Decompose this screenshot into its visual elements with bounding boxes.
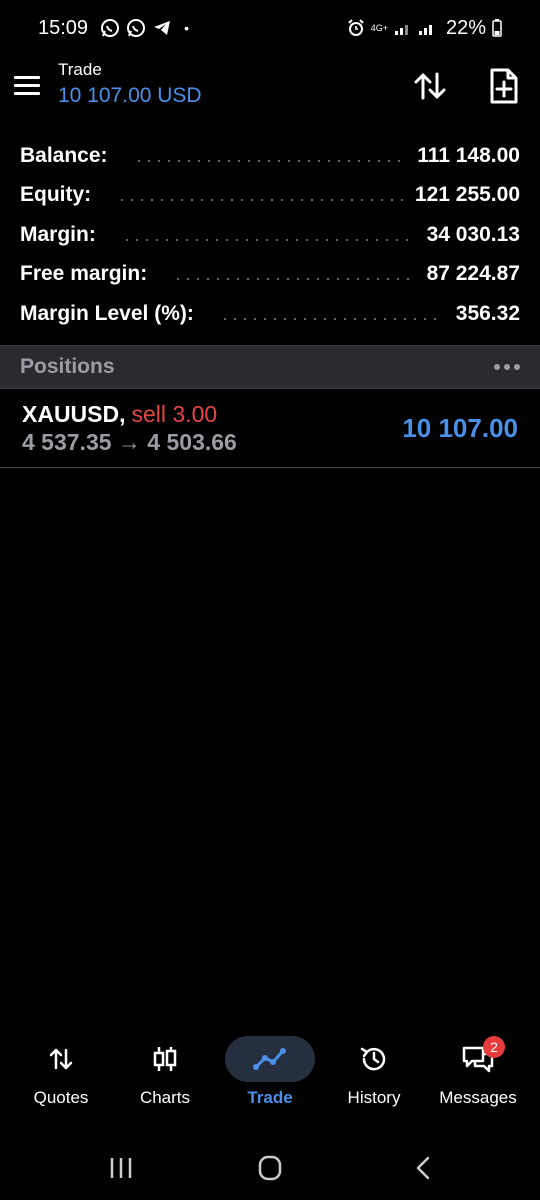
header-balance: 10 107.00 USD	[58, 84, 202, 107]
margin-level-value: 356.32	[455, 301, 520, 325]
dotted-leader	[117, 199, 403, 202]
back-icon[interactable]	[404, 1152, 444, 1184]
dotted-leader	[219, 317, 444, 320]
telegram-icon	[152, 18, 172, 38]
margin-value: 34 030.13	[426, 222, 520, 246]
dotted-leader	[133, 159, 406, 162]
equity-label: Equity:	[20, 183, 92, 207]
summary-row-margin: Margin: 34 030.13	[20, 215, 520, 255]
position-row[interactable]: XAUUSD, sell 3.00 4 537.35 → 4 503.66 10…	[0, 391, 540, 468]
nav-trade[interactable]: Trade	[216, 1030, 324, 1108]
header: Trade 10 107.00 USD	[0, 56, 540, 118]
network-label: 4G+	[370, 22, 388, 33]
positions-title: Positions	[20, 355, 115, 378]
dotted-leader	[121, 238, 415, 241]
quotes-icon	[16, 1036, 106, 1082]
nav-history[interactable]: History	[320, 1030, 428, 1108]
nav-messages-label: Messages	[439, 1088, 517, 1107]
position-title-line: XAUUSD, sell 3.00	[22, 401, 217, 428]
more-options-icon[interactable]	[494, 364, 520, 370]
positions-section-header: Positions	[0, 345, 540, 389]
position-symbol: XAUUSD,	[22, 401, 126, 427]
free-margin-value: 87 224.87	[426, 262, 520, 286]
notification-dot: •	[184, 20, 189, 36]
system-navigation-bar	[0, 1140, 540, 1196]
charts-icon	[120, 1036, 210, 1082]
history-icon	[329, 1036, 419, 1082]
account-summary: Balance: 111 148.00 Equity: 121 255.00 M…	[20, 136, 520, 334]
summary-row-free-margin: Free margin: 87 224.87	[20, 255, 520, 295]
position-side-volume: sell 3.00	[131, 401, 218, 427]
whatsapp-icon	[100, 18, 120, 38]
nav-charts[interactable]: Charts	[111, 1030, 219, 1108]
sort-icon[interactable]	[410, 66, 450, 106]
whatsapp-business-icon	[126, 18, 146, 38]
summary-row-equity: Equity: 121 255.00	[20, 176, 520, 216]
new-order-icon[interactable]	[484, 66, 524, 106]
margin-level-label: Margin Level (%):	[20, 301, 194, 325]
alarm-icon	[347, 19, 365, 37]
menu-icon[interactable]	[14, 70, 44, 100]
nav-quotes-label: Quotes	[33, 1088, 89, 1107]
nav-quotes[interactable]: Quotes	[7, 1030, 115, 1108]
battery-icon	[492, 19, 502, 37]
position-profit: 10 107.00	[402, 413, 518, 443]
dotted-leader	[173, 278, 415, 281]
recent-apps-icon[interactable]	[102, 1152, 142, 1184]
nav-history-label: History	[347, 1088, 401, 1107]
balance-label: Balance:	[20, 143, 108, 167]
balance-value: 111 148.00	[417, 143, 520, 167]
summary-row-balance: Balance: 111 148.00	[20, 136, 520, 176]
equity-value: 121 255.00	[414, 183, 520, 207]
messages-badge: 2	[483, 1036, 505, 1058]
signal-icon	[394, 20, 412, 36]
nav-trade-label: Trade	[247, 1088, 293, 1107]
trade-icon	[225, 1036, 315, 1082]
status-time: 15:09	[38, 16, 89, 39]
nav-charts-label: Charts	[139, 1088, 191, 1107]
network-4g-icon: 4G+	[370, 22, 388, 33]
page-title: Trade	[58, 60, 102, 79]
signal-2-icon	[418, 20, 436, 36]
free-margin-label: Free margin:	[20, 262, 148, 286]
screen: 15:09 • 4G+ 22% Trade 10 107.00 USD Bala…	[0, 0, 540, 1200]
nav-messages[interactable]: 2 Messages	[424, 1030, 532, 1108]
battery-percent: 22%	[445, 16, 486, 39]
status-bar: 15:09 • 4G+ 22%	[0, 0, 540, 56]
bottom-navigation: Quotes Charts Trade History 2 Messages	[0, 1030, 540, 1120]
margin-label: Margin:	[20, 222, 96, 246]
home-icon[interactable]	[250, 1152, 290, 1184]
summary-row-margin-level: Margin Level (%): 356.32	[20, 294, 520, 334]
position-prices: 4 537.35 → 4 503.66	[22, 429, 237, 455]
messages-icon: 2	[433, 1036, 523, 1082]
